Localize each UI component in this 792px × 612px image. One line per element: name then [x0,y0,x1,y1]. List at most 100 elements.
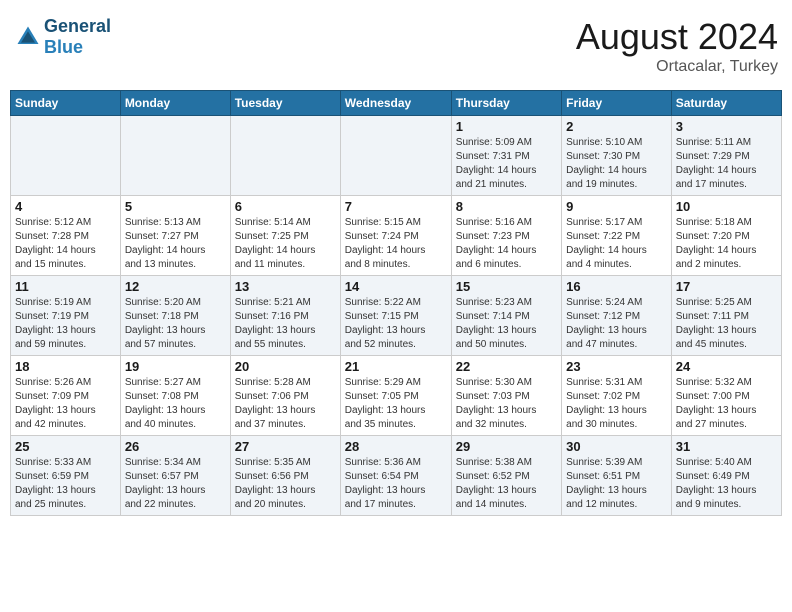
day-cell: 15 Sunrise: 5:23 AM Sunset: 7:14 PM Dayli… [451,276,561,356]
day-cell: 27 Sunrise: 5:35 AM Sunset: 6:56 PM Dayli… [230,436,340,516]
day-cell [120,116,230,196]
day-cell: 20 Sunrise: 5:28 AM Sunset: 7:06 PM Dayli… [230,356,340,436]
weekday-header-tuesday: Tuesday [230,91,340,116]
day-number: 19 [125,359,226,374]
weekday-header-wednesday: Wednesday [340,91,451,116]
day-number: 11 [15,279,116,294]
day-cell: 14 Sunrise: 5:22 AM Sunset: 7:15 PM Dayli… [340,276,451,356]
day-number: 15 [456,279,557,294]
day-number: 30 [566,439,667,454]
location-subtitle: Ortacalar, Turkey [576,58,778,76]
day-info: Sunrise: 5:32 AM Sunset: 7:00 PM Dayligh… [676,376,777,432]
day-cell [11,116,121,196]
day-info: Sunrise: 5:31 AM Sunset: 7:02 PM Dayligh… [566,376,667,432]
day-cell: 9Sunrise: 5:17 AM Sunset: 7:22 PM Daylig… [562,196,672,276]
day-info: Sunrise: 5:11 AM Sunset: 7:29 PM Dayligh… [676,136,777,192]
day-number: 28 [345,439,447,454]
title-block: August 2024 Ortacalar, Turkey [576,16,778,76]
day-info: Sunrise: 5:23 AM Sunset: 7:14 PM Dayligh… [456,296,557,352]
week-row-1: 1 Sunrise: 5:09 AM Sunset: 7:31 PM Daylig… [11,116,782,196]
day-number: 26 [125,439,226,454]
day-number: 31 [676,439,777,454]
day-info: Sunrise: 5:26 AM Sunset: 7:09 PM Dayligh… [15,376,116,432]
day-info: Sunrise: 5:09 AM Sunset: 7:31 PM Dayligh… [456,136,557,192]
day-cell: 8 Sunrise: 5:16 AM Sunset: 7:23 PM Daylig… [451,196,561,276]
day-number: 7 [345,199,447,214]
day-number: 27 [235,439,336,454]
day-number: 13 [235,279,336,294]
logo-text-line1: General [44,16,111,37]
day-cell: 3 Sunrise: 5:11 AM Sunset: 7:29 PM Daylig… [671,116,781,196]
day-info: Sunrise: 5:33 AM Sunset: 6:59 PM Dayligh… [15,456,116,512]
day-info: Sunrise: 5:14 AM Sunset: 7:25 PM Dayligh… [235,216,336,272]
day-cell: 22Sunrise: 5:30 AM Sunset: 7:03 PM Dayli… [451,356,561,436]
logo-text-line2: Blue [44,37,111,58]
day-info: Sunrise: 5:19 AM Sunset: 7:19 PM Dayligh… [15,296,116,352]
day-number: 10 [676,199,777,214]
day-info: Sunrise: 5:25 AM Sunset: 7:11 PM Dayligh… [676,296,777,352]
day-number: 16 [566,279,667,294]
day-cell: 24 Sunrise: 5:32 AM Sunset: 7:00 PM Dayli… [671,356,781,436]
weekday-header-row: SundayMondayTuesdayWednesdayThursdayFrid… [11,91,782,116]
day-cell: 29 Sunrise: 5:38 AM Sunset: 6:52 PM Dayli… [451,436,561,516]
day-cell: 7 Sunrise: 5:15 AM Sunset: 7:24 PM Daylig… [340,196,451,276]
day-number: 20 [235,359,336,374]
day-number: 14 [345,279,447,294]
day-cell: 17 Sunrise: 5:25 AM Sunset: 7:11 PM Dayli… [671,276,781,356]
day-cell: 18 Sunrise: 5:26 AM Sunset: 7:09 PM Dayli… [11,356,121,436]
day-number: 2 [566,119,667,134]
day-number: 18 [15,359,116,374]
day-info: Sunrise: 5:38 AM Sunset: 6:52 PM Dayligh… [456,456,557,512]
day-cell: 23Sunrise: 5:31 AM Sunset: 7:02 PM Dayli… [562,356,672,436]
day-info: Sunrise: 5:34 AM Sunset: 6:57 PM Dayligh… [125,456,226,512]
day-cell: 12Sunrise: 5:20 AM Sunset: 7:18 PM Dayli… [120,276,230,356]
day-cell: 6 Sunrise: 5:14 AM Sunset: 7:25 PM Daylig… [230,196,340,276]
day-cell: 1 Sunrise: 5:09 AM Sunset: 7:31 PM Daylig… [451,116,561,196]
weekday-header-sunday: Sunday [11,91,121,116]
day-info: Sunrise: 5:20 AM Sunset: 7:18 PM Dayligh… [125,296,226,352]
day-info: Sunrise: 5:21 AM Sunset: 7:16 PM Dayligh… [235,296,336,352]
day-cell: 13 Sunrise: 5:21 AM Sunset: 7:16 PM Dayli… [230,276,340,356]
day-number: 25 [15,439,116,454]
day-cell: 21Sunrise: 5:29 AM Sunset: 7:05 PM Dayli… [340,356,451,436]
day-number: 6 [235,199,336,214]
day-info: Sunrise: 5:35 AM Sunset: 6:56 PM Dayligh… [235,456,336,512]
day-number: 4 [15,199,116,214]
day-cell: 28Sunrise: 5:36 AM Sunset: 6:54 PM Dayli… [340,436,451,516]
day-info: Sunrise: 5:24 AM Sunset: 7:12 PM Dayligh… [566,296,667,352]
day-cell: 5Sunrise: 5:13 AM Sunset: 7:27 PM Daylig… [120,196,230,276]
day-cell: 30Sunrise: 5:39 AM Sunset: 6:51 PM Dayli… [562,436,672,516]
day-cell: 11 Sunrise: 5:19 AM Sunset: 7:19 PM Dayli… [11,276,121,356]
day-number: 29 [456,439,557,454]
day-number: 3 [676,119,777,134]
weekday-header-monday: Monday [120,91,230,116]
day-cell: 4 Sunrise: 5:12 AM Sunset: 7:28 PM Daylig… [11,196,121,276]
day-info: Sunrise: 5:27 AM Sunset: 7:08 PM Dayligh… [125,376,226,432]
day-cell: 10 Sunrise: 5:18 AM Sunset: 7:20 PM Dayli… [671,196,781,276]
day-cell: 2Sunrise: 5:10 AM Sunset: 7:30 PM Daylig… [562,116,672,196]
day-number: 1 [456,119,557,134]
day-cell [230,116,340,196]
day-info: Sunrise: 5:40 AM Sunset: 6:49 PM Dayligh… [676,456,777,512]
day-cell: 16 Sunrise: 5:24 AM Sunset: 7:12 PM Dayli… [562,276,672,356]
day-number: 5 [125,199,226,214]
logo-icon [14,23,42,51]
day-info: Sunrise: 5:22 AM Sunset: 7:15 PM Dayligh… [345,296,447,352]
day-info: Sunrise: 5:28 AM Sunset: 7:06 PM Dayligh… [235,376,336,432]
day-info: Sunrise: 5:18 AM Sunset: 7:20 PM Dayligh… [676,216,777,272]
week-row-3: 11 Sunrise: 5:19 AM Sunset: 7:19 PM Dayli… [11,276,782,356]
day-number: 8 [456,199,557,214]
weekday-header-friday: Friday [562,91,672,116]
day-cell [340,116,451,196]
day-info: Sunrise: 5:16 AM Sunset: 7:23 PM Dayligh… [456,216,557,272]
weekday-header-saturday: Saturday [671,91,781,116]
day-number: 24 [676,359,777,374]
day-cell: 31 Sunrise: 5:40 AM Sunset: 6:49 PM Dayli… [671,436,781,516]
day-info: Sunrise: 5:12 AM Sunset: 7:28 PM Dayligh… [15,216,116,272]
day-number: 9 [566,199,667,214]
day-info: Sunrise: 5:15 AM Sunset: 7:24 PM Dayligh… [345,216,447,272]
day-info: Sunrise: 5:30 AM Sunset: 7:03 PM Dayligh… [456,376,557,432]
page-header: General Blue August 2024 Ortacalar, Turk… [10,10,782,82]
day-number: 17 [676,279,777,294]
day-cell: 25 Sunrise: 5:33 AM Sunset: 6:59 PM Dayli… [11,436,121,516]
